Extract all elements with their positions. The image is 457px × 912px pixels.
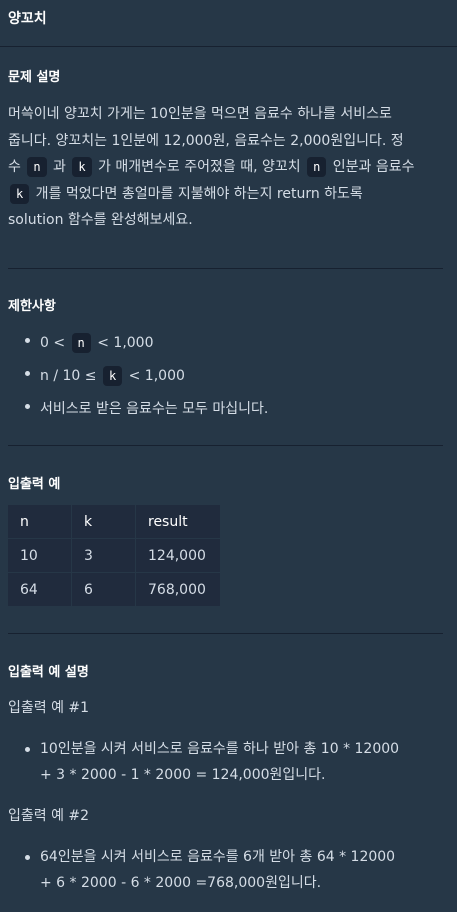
desc-line-3c: 가 매개변수로 주어졌을 때, 양꼬치 [93,159,306,175]
list-item: 64인분을 시켜 서비스로 음료수를 6개 받아 총 64 * 12000 + 6… [0,844,443,896]
table-cell: 10 [7,538,72,573]
code-n: n [307,157,327,177]
code-k: k [72,157,92,177]
example1-text: + 3 * 2000 - 1 * 2000 = 124,000원입니다. [40,767,326,783]
example1-text: 10인분을 시켜 서비스로 음료수를 하나 받아 총 10 * 12000 [40,741,400,757]
desc-line-3b: 과 [48,159,71,175]
explanation-section: 입출력 예 설명 [8,661,89,680]
table-cell: 3 [71,538,136,573]
table-cell: 64 [7,572,72,607]
table-cell: 6 [71,572,136,607]
example1-label: 입출력 예 #1 [8,700,90,716]
table-header-row: n k result [7,504,221,539]
list-item: n / 10 ≤ k < 1,000 [0,360,443,393]
examples-table: n k result 10 3 124,000 64 6 768,000 [7,504,221,607]
code-n: n [27,157,47,177]
example1-list-wrap: 10인분을 시켜 서비스로 음료수를 하나 받아 총 10 * 12000 + 3… [8,736,443,788]
description-text: 머쓱이네 양꼬치 가게는 10인분을 먹으면 음료수 하나를 서비스로 줍니다.… [8,101,443,234]
examples-section: 입출력 예 [8,473,60,492]
constraints-section: 제한사항 [8,295,56,314]
desc-line-3d: 인분과 음료수 [328,159,415,175]
example2-list: 64인분을 시켜 서비스로 음료수를 6개 받아 총 64 * 12000 + 6… [0,844,443,896]
table-cell: 768,000 [135,572,221,607]
desc-line-1: 머쓱이네 양꼬치 가게는 10인분을 먹으면 음료수 하나를 서비스로 [8,106,392,122]
description-heading: 문제 설명 [8,70,61,85]
divider [8,268,443,269]
example2-text: 64인분을 시켜 서비스로 음료수를 6개 받아 총 64 * 12000 [40,849,396,865]
desc-line-4: 개를 먹었다면 총얼마를 지불해야 하는지 return 하도록 [31,185,363,202]
table-cell: 124,000 [135,538,221,573]
divider [8,633,443,634]
desc-line-3a: 수 [8,159,26,175]
description-section: 문제 설명 [8,66,60,85]
column-header: k [71,504,136,539]
example1-list: 10인분을 시켜 서비스로 음료수를 하나 받아 총 10 * 12000 + 3… [0,736,443,788]
table-row: 10 3 124,000 [7,538,221,573]
column-header: n [7,504,72,539]
constraint-text: n / 10 ≤ [40,368,101,384]
constraint-text: < 1,000 [92,335,154,351]
examples-heading: 입출력 예 [8,477,61,492]
desc-line-2: 줍니다. 양꼬치는 1인분에 12,000원, 음료수는 2,000원입니다. … [8,132,404,149]
example2-label: 입출력 예 #2 [8,808,90,824]
constraints-list: 0 < n < 1,000 n / 10 ≤ k < 1,000 서비스로 받은… [0,327,443,426]
description-body: 머쓱이네 양꼬치 가게는 10인분을 먹으면 음료수 하나를 서비스로 줍니다.… [8,101,443,234]
example2-text: + 6 * 2000 - 6 * 2000 =768,000원입니다. [40,875,322,891]
example2-list-wrap: 64인분을 시켜 서비스로 음료수를 6개 받아 총 64 * 12000 + 6… [8,844,443,896]
code-k: k [102,366,123,386]
examples-table-wrap: n k result 10 3 124,000 64 6 768,000 [7,504,221,607]
desc-line-5: solution 함수를 완성해보세요. [8,212,193,228]
constraints-heading: 제한사항 [8,299,56,314]
problem-title: 양꼬치 [8,11,47,27]
divider [8,445,443,446]
list-item: 0 < n < 1,000 [0,327,443,360]
table-row: 64 6 768,000 [7,572,221,607]
list-item: 서비스로 받은 음료수는 모두 마십니다. [0,393,443,426]
code-n: n [71,333,91,353]
column-header: result [135,504,221,539]
list-item: 10인분을 시켜 서비스로 음료수를 하나 받아 총 10 * 12000 + 3… [0,736,443,788]
explanation-heading: 입출력 예 설명 [8,665,89,680]
code-k: k [10,183,30,204]
constraints-list-wrap: 0 < n < 1,000 n / 10 ≤ k < 1,000 서비스로 받은… [8,327,443,426]
title-bar: 양꼬치 [0,0,457,47]
constraint-text: 0 < [40,335,70,351]
constraint-text: < 1,000 [124,368,185,384]
